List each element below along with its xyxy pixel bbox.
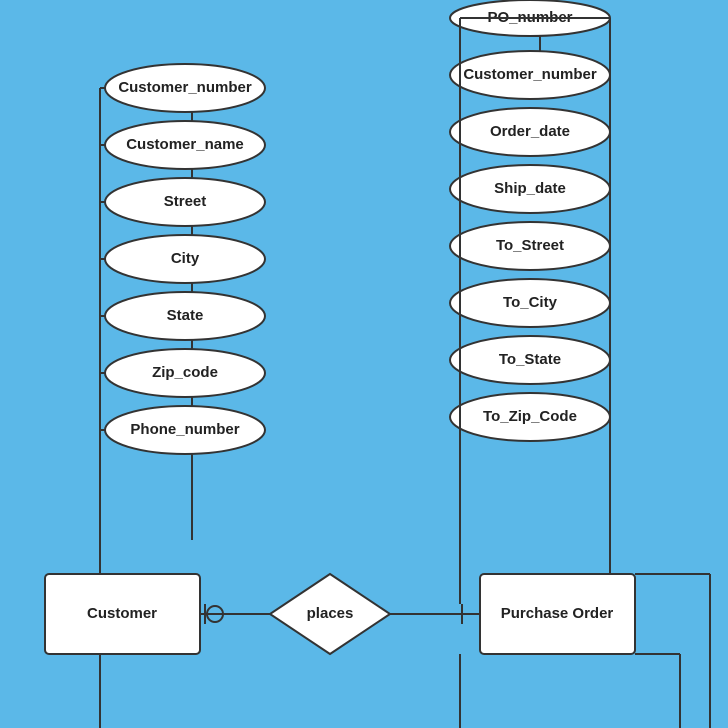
ord-cust-num-attr: Customer_number: [463, 66, 597, 83]
street-attr: Street: [164, 193, 207, 210]
relationship-label: places: [307, 605, 354, 622]
to-state-attr: To_State: [499, 351, 561, 368]
customer-entity: Customer: [87, 605, 157, 622]
customer-name-attr: Customer_name: [126, 136, 244, 153]
city-attr: City: [171, 250, 200, 267]
to-zip-attr: To_Zip_Code: [483, 408, 577, 425]
customer-number-attr: Customer_number: [118, 79, 252, 96]
state-attr: State: [167, 307, 204, 324]
to-street-attr: To_Street: [496, 237, 564, 254]
order-date-attr: Order_date: [490, 123, 570, 140]
to-city-attr: To_City: [503, 294, 558, 311]
phone-attr: Phone_number: [130, 421, 239, 438]
ship-date-attr: Ship_date: [494, 180, 566, 197]
purchase-order-entity: Purchase Order: [501, 605, 614, 622]
zip-attr: Zip_code: [152, 364, 218, 381]
